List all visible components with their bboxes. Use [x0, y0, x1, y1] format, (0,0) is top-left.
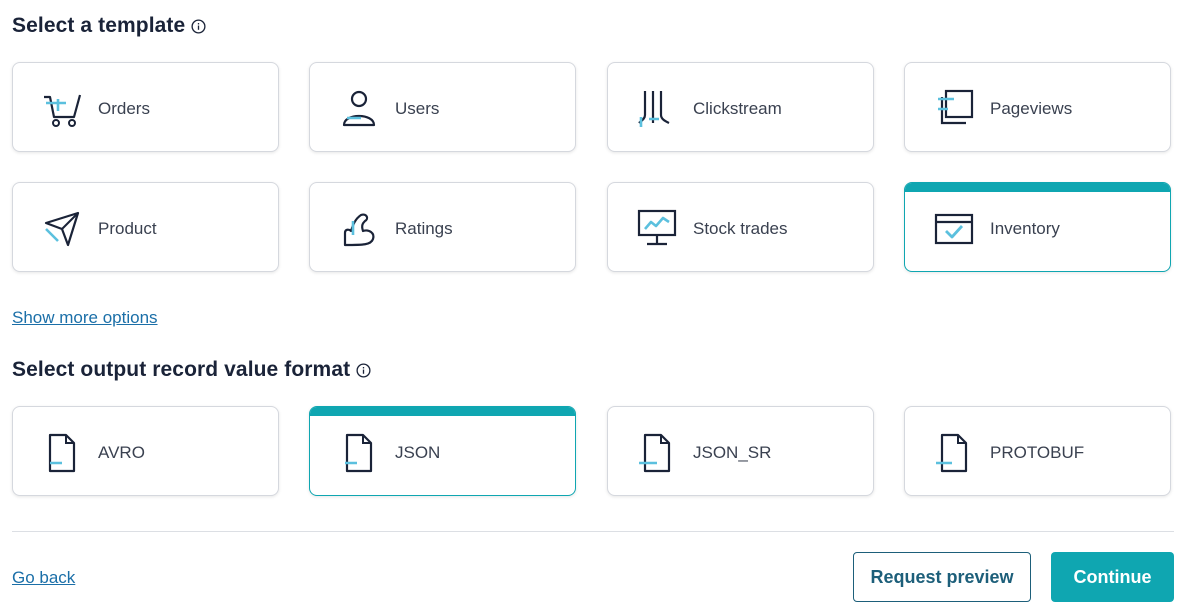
template-card-label: Orders — [98, 99, 150, 118]
window-check-icon — [934, 213, 974, 245]
footer-divider — [12, 531, 1174, 532]
document-icon — [936, 433, 968, 473]
document-icon — [48, 433, 76, 473]
format-card-label: JSON — [395, 443, 441, 462]
shopping-cart-icon — [44, 94, 82, 127]
send-arrow-icon — [44, 211, 80, 247]
show-more-options-link[interactable]: Show more options — [12, 308, 158, 328]
clickstream-icon — [638, 91, 670, 127]
format-card-avro[interactable]: AVRO — [12, 406, 279, 496]
template-card-label: Inventory — [990, 219, 1060, 238]
document-icon — [639, 433, 671, 473]
monitor-chart-icon — [637, 209, 677, 246]
template-card-label: Product — [98, 219, 157, 238]
template-card-label: Pageviews — [990, 99, 1073, 118]
document-icon — [345, 433, 373, 473]
template-card-users[interactable]: Users — [309, 62, 576, 152]
info-icon[interactable] — [356, 362, 371, 378]
format-card-json[interactable]: JSON — [309, 406, 576, 496]
info-icon[interactable] — [191, 18, 206, 34]
template-card-pageviews[interactable]: Pageviews — [904, 62, 1171, 152]
format-card-label: AVRO — [98, 443, 145, 462]
format-card-label: PROTOBUF — [990, 443, 1085, 462]
go-back-link[interactable]: Go back — [12, 568, 75, 588]
template-card-label: Users — [395, 99, 440, 118]
format-card-json-sr[interactable]: JSON_SR — [607, 406, 874, 496]
template-card-label: Clickstream — [693, 99, 782, 118]
template-card-label: Ratings — [395, 219, 453, 238]
template-card-stock-trades[interactable]: Stock trades — [607, 182, 874, 272]
pageviews-icon — [938, 89, 974, 125]
template-card-orders[interactable]: Orders — [12, 62, 279, 152]
template-card-inventory[interactable]: Inventory — [904, 182, 1171, 272]
template-card-label: Stock trades — [693, 219, 788, 238]
format-heading-text: Select output record value format — [12, 358, 351, 381]
continue-button[interactable]: Continue — [1051, 552, 1174, 602]
flexed-arm-icon — [343, 213, 375, 247]
template-card-ratings[interactable]: Ratings — [309, 182, 576, 272]
format-card-protobuf[interactable]: PROTOBUF — [904, 406, 1171, 496]
user-icon — [342, 90, 376, 127]
request-preview-button[interactable]: Request preview — [853, 552, 1031, 602]
template-heading-text: Select a template — [12, 14, 186, 37]
template-card-product[interactable]: Product — [12, 182, 279, 272]
template-heading: Select a template — [12, 14, 206, 38]
template-card-clickstream[interactable]: Clickstream — [607, 62, 874, 152]
format-card-label: JSON_SR — [693, 443, 772, 462]
format-heading: Select output record value format — [12, 358, 371, 382]
